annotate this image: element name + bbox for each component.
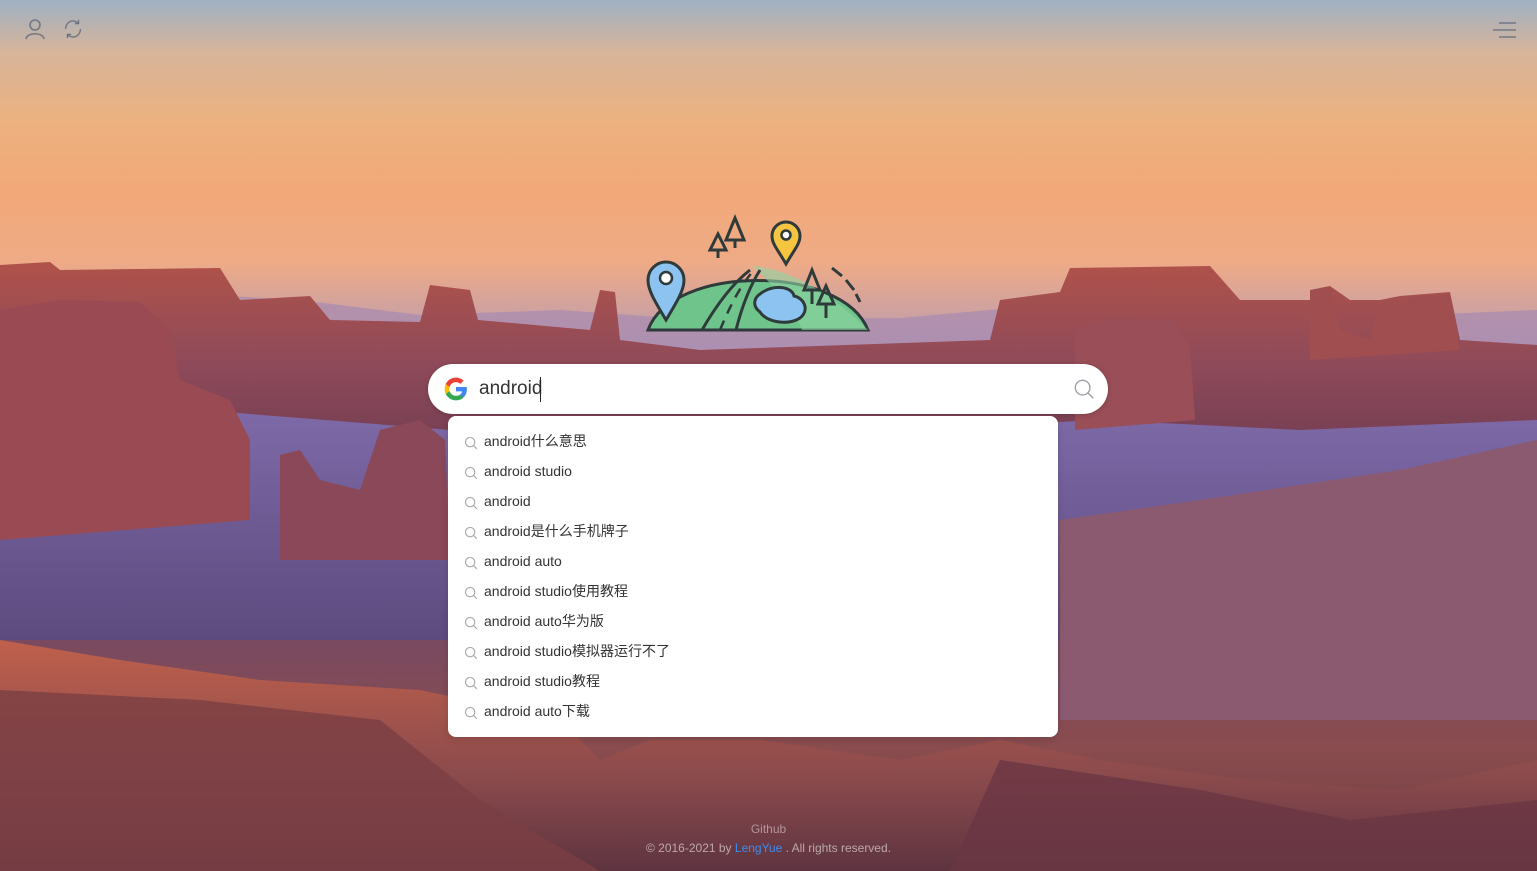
suggestion-item[interactable]: android studio模拟器运行不了	[448, 636, 1058, 666]
suggestion-item[interactable]: android studio使用教程	[448, 576, 1058, 606]
suggestion-text: android什么意思	[484, 433, 587, 449]
search-icon	[464, 646, 478, 659]
search-icon	[464, 706, 478, 719]
footer: Github © 2016-2021 by LengYue . All righ…	[0, 822, 1537, 855]
copyright: © 2016-2021 by LengYue . All rights rese…	[0, 841, 1537, 855]
suggestion-item[interactable]: android	[448, 486, 1058, 516]
suggestion-item[interactable]: android什么意思	[448, 426, 1058, 456]
suggestion-item[interactable]: android是什么手机牌子	[448, 516, 1058, 546]
suggestion-dropdown: android什么意思 android studio android andro…	[448, 416, 1058, 737]
github-link[interactable]: Github	[0, 822, 1537, 836]
suggestion-text: android studio使用教程	[484, 583, 628, 599]
suggestion-text: android	[484, 493, 531, 509]
search-icon	[464, 526, 478, 539]
search-icon	[464, 586, 478, 599]
copyright-suffix: . All rights reserved.	[782, 841, 891, 855]
suggestion-text: android是什么手机牌子	[484, 523, 629, 539]
suggestion-text: android studio教程	[484, 673, 600, 689]
suggestion-text: android auto下载	[484, 703, 590, 719]
google-g-icon[interactable]	[443, 376, 469, 402]
suggestion-text: android auto	[484, 553, 562, 569]
search-icon[interactable]	[1073, 378, 1095, 400]
page: android什么意思 android studio android andro…	[0, 0, 1537, 871]
suggestion-item[interactable]: android studio教程	[448, 666, 1058, 696]
search-icon	[464, 436, 478, 449]
search-icon	[464, 556, 478, 569]
search-icon	[464, 616, 478, 629]
search-icon	[464, 466, 478, 479]
user-icon[interactable]	[22, 16, 48, 42]
suggestion-text: android studio模拟器运行不了	[484, 643, 670, 659]
map-hill-logo	[645, 214, 871, 332]
search-input[interactable]	[479, 374, 1059, 404]
text-caret	[540, 377, 541, 402]
suggestion-text: android studio	[484, 463, 572, 479]
suggestion-item[interactable]: android auto华为版	[448, 606, 1058, 636]
search-icon	[464, 676, 478, 689]
suggestion-text: android auto华为版	[484, 613, 604, 629]
suggestion-item[interactable]: android auto下载	[448, 696, 1058, 726]
search-icon	[464, 496, 478, 509]
search-bar	[428, 364, 1108, 414]
suggestion-item[interactable]: android studio	[448, 456, 1058, 486]
refresh-icon[interactable]	[60, 16, 86, 42]
copyright-prefix: © 2016-2021 by	[645, 841, 735, 855]
suggestion-item[interactable]: android auto	[448, 546, 1058, 576]
author-link[interactable]: LengYue	[735, 841, 782, 855]
menu-icon[interactable]	[1491, 18, 1517, 42]
